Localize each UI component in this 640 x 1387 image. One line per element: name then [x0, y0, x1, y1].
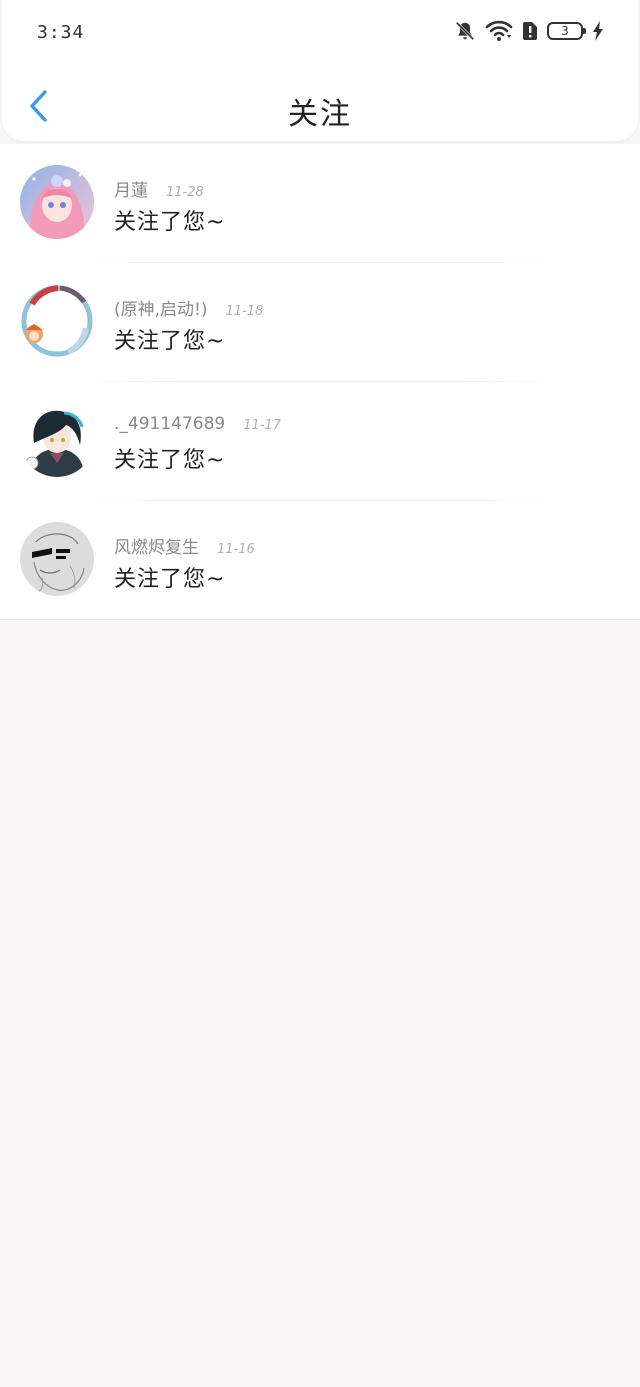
notification-message: 关注了您~	[114, 448, 226, 473]
status-icons: 3	[454, 18, 604, 44]
battery-icon: 3	[547, 22, 586, 40]
divider	[0, 619, 640, 620]
bell-off-icon	[454, 20, 476, 42]
notification-header: 月蓮 11-28	[114, 176, 204, 201]
notification-list: 月蓮 11-28 关注了您~ (原神,启动!) 11-18 关注了您~ ._49…	[0, 144, 640, 620]
sim-alert-icon	[522, 21, 538, 41]
notification-message: 关注了您~	[114, 567, 226, 592]
notification-message: 关注了您~	[114, 329, 226, 354]
wifi-icon	[485, 20, 513, 42]
notification-header: 风燃烬复生 11-16	[114, 533, 255, 558]
status-time: 3:34	[37, 22, 85, 43]
list-item[interactable]: ._491147689 11-17 关注了您~	[0, 382, 640, 501]
header: 3:34 3 关注	[2, 0, 638, 141]
notification-header: (原神,启动!) 11-18	[114, 295, 263, 320]
username: 风燃烬复生	[114, 538, 199, 558]
page-title: 关注	[288, 97, 352, 132]
username: ._491147689	[114, 414, 226, 434]
notification-date: 11-18	[225, 304, 264, 319]
avatar[interactable]	[20, 522, 94, 596]
notification-date: 11-17	[243, 418, 282, 433]
list-item[interactable]: 风燃烬复生 11-16 关注了您~	[0, 501, 640, 620]
notification-header: ._491147689 11-17	[114, 414, 281, 434]
username: (原神,启动!)	[114, 300, 208, 320]
charging-icon	[592, 20, 604, 42]
username: 月蓮	[114, 181, 148, 201]
notification-date: 11-28	[166, 185, 204, 200]
avatar[interactable]	[20, 165, 94, 239]
list-item[interactable]: (原神,启动!) 11-18 关注了您~	[0, 263, 640, 382]
list-item[interactable]: 月蓮 11-28 关注了您~	[0, 144, 640, 263]
avatar[interactable]	[20, 403, 94, 477]
avatar[interactable]	[20, 284, 94, 358]
notification-date: 11-16	[217, 542, 255, 557]
notification-message: 关注了您~	[114, 210, 226, 235]
